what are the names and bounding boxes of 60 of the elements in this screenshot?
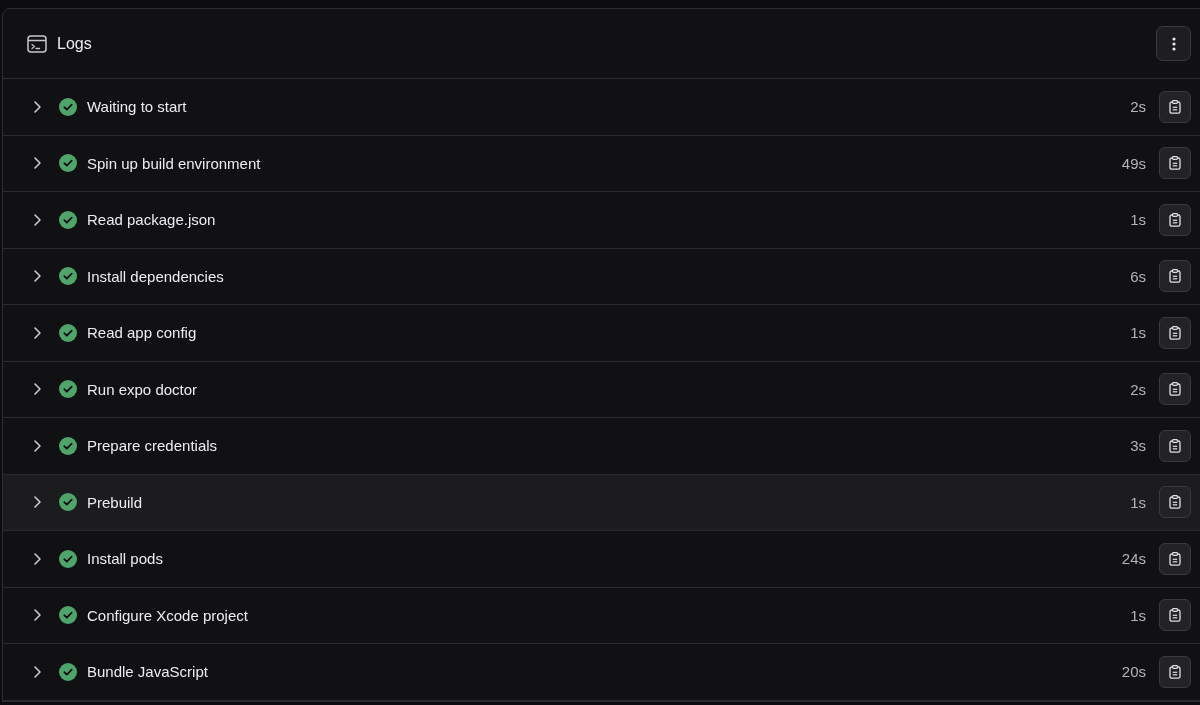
copy-button[interactable] <box>1159 429 1191 462</box>
copy-button[interactable] <box>1159 486 1191 519</box>
step-name: Read app config <box>87 324 198 342</box>
step-name: Waiting to start <box>87 98 188 116</box>
clipboard-icon <box>1169 325 1181 340</box>
more-menu-button[interactable] <box>1156 26 1191 61</box>
step-duration: 1s <box>1130 324 1146 342</box>
copy-button[interactable] <box>1159 147 1191 180</box>
clipboard-icon <box>1169 664 1181 679</box>
step-duration: 2s <box>1130 98 1146 116</box>
clipboard-icon <box>1169 495 1181 510</box>
chevron-icon[interactable] <box>34 383 41 396</box>
log-step-row[interactable]: Prebuild 1s <box>3 474 1200 531</box>
clipboard-icon <box>1169 551 1181 566</box>
step-duration: 2s <box>1130 380 1146 398</box>
copy-button[interactable] <box>1159 373 1191 406</box>
step-duration: 1s <box>1130 493 1146 511</box>
panel-title: Logs <box>57 34 93 53</box>
step-name: Read package.json <box>87 211 217 229</box>
chevron-icon[interactable] <box>34 100 41 113</box>
chevron-icon[interactable] <box>34 665 41 678</box>
step-name: Configure Xcode project <box>87 606 249 624</box>
chevron-icon[interactable] <box>34 270 41 283</box>
step-duration: 24s <box>1121 550 1146 568</box>
step-duration: 1s <box>1130 606 1146 624</box>
copy-button[interactable] <box>1159 542 1191 575</box>
step-name: Prebuild <box>87 493 144 511</box>
chevron-icon[interactable] <box>34 552 41 565</box>
step-name: Run expo doctor <box>87 380 199 398</box>
step-name: Install dependencies <box>87 267 225 285</box>
step-duration: 3s <box>1130 437 1146 455</box>
chevron-icon[interactable] <box>34 213 41 226</box>
terminal-icon <box>27 34 47 53</box>
chevron-icon[interactable] <box>34 439 41 452</box>
clipboard-icon <box>1169 269 1181 284</box>
copy-button[interactable] <box>1159 90 1191 123</box>
step-duration: 49s <box>1121 154 1146 172</box>
step-duration: 6s <box>1130 267 1146 285</box>
step-duration: 20s <box>1121 663 1146 681</box>
chevron-icon[interactable] <box>34 326 41 339</box>
clipboard-icon <box>1169 438 1181 453</box>
copy-button[interactable] <box>1159 260 1191 293</box>
step-name: Prepare credentials <box>87 437 219 455</box>
clipboard-icon <box>1169 212 1181 227</box>
copy-button[interactable] <box>1159 203 1191 236</box>
clipboard-icon <box>1169 156 1181 171</box>
chevron-icon[interactable] <box>34 609 41 622</box>
copy-button[interactable] <box>1159 316 1191 349</box>
clipboard-icon <box>1169 608 1181 623</box>
copy-button[interactable] <box>1159 655 1191 688</box>
step-name: Spin up build environment <box>87 154 262 172</box>
step-duration: 1s <box>1130 211 1146 229</box>
step-name: Install pods <box>87 550 164 568</box>
clipboard-icon <box>1169 382 1181 397</box>
step-name: Bundle JavaScript <box>87 663 209 681</box>
clipboard-icon <box>1169 99 1181 114</box>
chevron-icon[interactable] <box>34 496 41 509</box>
more-vertical-icon <box>1171 36 1176 51</box>
chevron-icon[interactable] <box>34 157 41 170</box>
copy-button[interactable] <box>1159 599 1191 632</box>
